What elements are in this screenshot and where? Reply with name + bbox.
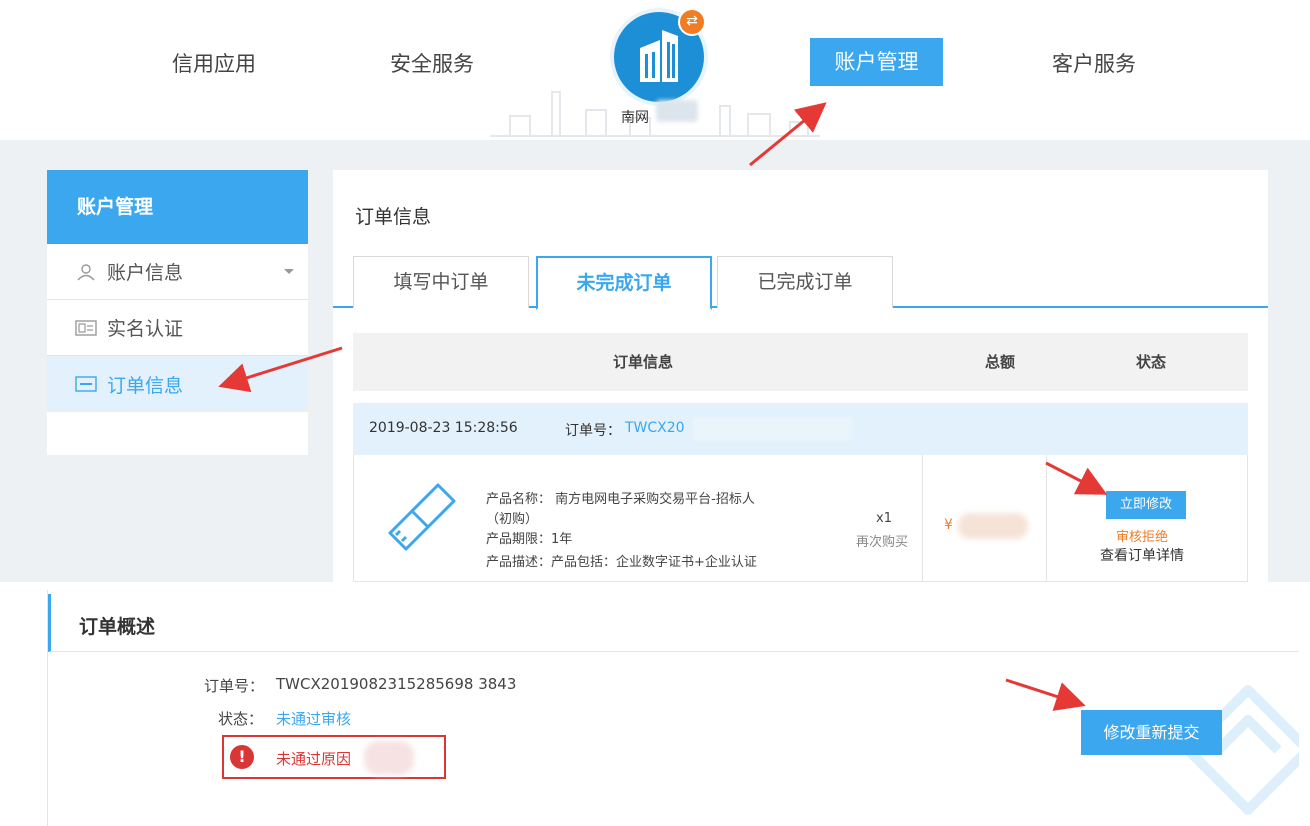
sidebar-item-order-info[interactable]: 订单信息 [47,356,308,412]
product-name-suffix: （初购） [486,512,539,527]
nav-credit-apps[interactable]: 信用应用 [172,48,256,78]
column-header-order-info: 订单信息 [613,353,674,371]
review-status: 审核拒绝 [1116,530,1169,545]
order-number-label: 订单号： [204,677,265,695]
order-summary: 订单概述 订单号： TWCX2019082315285698 3843 状态： … [47,590,1299,826]
account-area: 账户管理 账户信息 实名认证 订单信息 订单信息 填写中订单 未完成订单 已完成… [0,140,1310,582]
product-description: 产品描述：产品包括：企业数字证书+企业认证 [486,555,757,570]
usb-key-icon [388,483,456,551]
sidebar-item-real-name[interactable]: 实名认证 [47,300,308,356]
column-divider [1046,455,1047,582]
quantity: x1 [876,511,892,526]
swap-icon[interactable]: ⇄ [678,8,706,36]
rejection-reason-text: 未通过原因 [276,750,352,768]
sidebar-item-label: 订单信息 [107,374,184,397]
sidebar-title: 账户管理 [47,170,308,244]
order-meta-bar: 2019-08-23 15:28:56 订单号： TWCX20 [353,403,1248,455]
chevron-down-icon[interactable] [284,269,294,274]
order-number[interactable]: TWCX20 [625,420,685,436]
summary-title: 订单概述 [79,616,156,638]
blurred-region [656,100,698,122]
column-divider [922,455,923,582]
blurred-region [693,417,853,441]
order-tabs: 填写中订单 未完成订单 已完成订单 [333,256,1268,310]
sidebar: 账户管理 账户信息 实名认证 订单信息 [47,170,308,455]
view-order-detail-link[interactable]: 查看订单详情 [1100,545,1184,565]
column-header-status: 状态 [1136,353,1167,371]
order-list-icon [75,376,97,392]
nav-security-service[interactable]: 安全服务 [390,48,474,78]
price-symbol: ¥ [944,517,953,533]
user-icon [77,263,95,280]
tab-pending-orders[interactable]: 未完成订单 [536,256,712,310]
table-row: 产品名称： 南方电网电子采购交易平台-招标人 （初购） 产品期限：1年 产品描述… [353,455,1248,582]
tab-completed-orders[interactable]: 已完成订单 [717,256,893,308]
page-title: 订单信息 [355,206,432,228]
rebuy-link[interactable]: 再次购买 [856,531,908,550]
order-number: TWCX2019082315285698 3843 [276,675,517,693]
error-icon: ! [230,745,254,769]
tab-draft-orders[interactable]: 填写中订单 [353,256,529,308]
status-value: 未通过审核 [276,710,352,728]
status-label: 状态： [218,710,264,728]
top-nav: 信用应用 安全服务 ⇄ 南网 账户管理 客户服务 [0,0,1310,140]
nav-account-management[interactable]: 账户管理 [810,38,943,86]
order-number-label: 订单号： [565,423,621,439]
screenshot-divider [0,582,1310,590]
product-name: 产品名称： 南方电网电子采购交易平台-招标人 [486,492,755,507]
order-table-header: 订单信息 总额 状态 [353,333,1248,391]
nav-customer-service[interactable]: 客户服务 [1052,48,1136,78]
sidebar-item-label: 账户信息 [107,262,184,284]
order-time: 2019-08-23 15:28:56 [369,420,518,436]
id-card-icon [75,319,97,336]
blurred-region [958,513,1028,539]
rejection-reason-box: ! 未通过原因 [222,735,446,779]
logo-caption: 南网 [621,110,649,126]
column-header-total: 总额 [985,353,1016,371]
order-panel: 订单信息 填写中订单 未完成订单 已完成订单 订单信息 总额 状态 2019-0… [333,170,1268,582]
sidebar-item-label: 实名认证 [107,318,184,340]
modify-resubmit-button[interactable]: 修改重新提交 [1081,710,1222,755]
modify-now-button[interactable]: 立即修改 [1106,491,1186,519]
blurred-region [364,741,414,775]
product-period: 产品期限：1年 [486,532,573,547]
sidebar-item-account-info[interactable]: 账户信息 [47,244,308,300]
summary-header: 订单概述 [48,594,1299,652]
